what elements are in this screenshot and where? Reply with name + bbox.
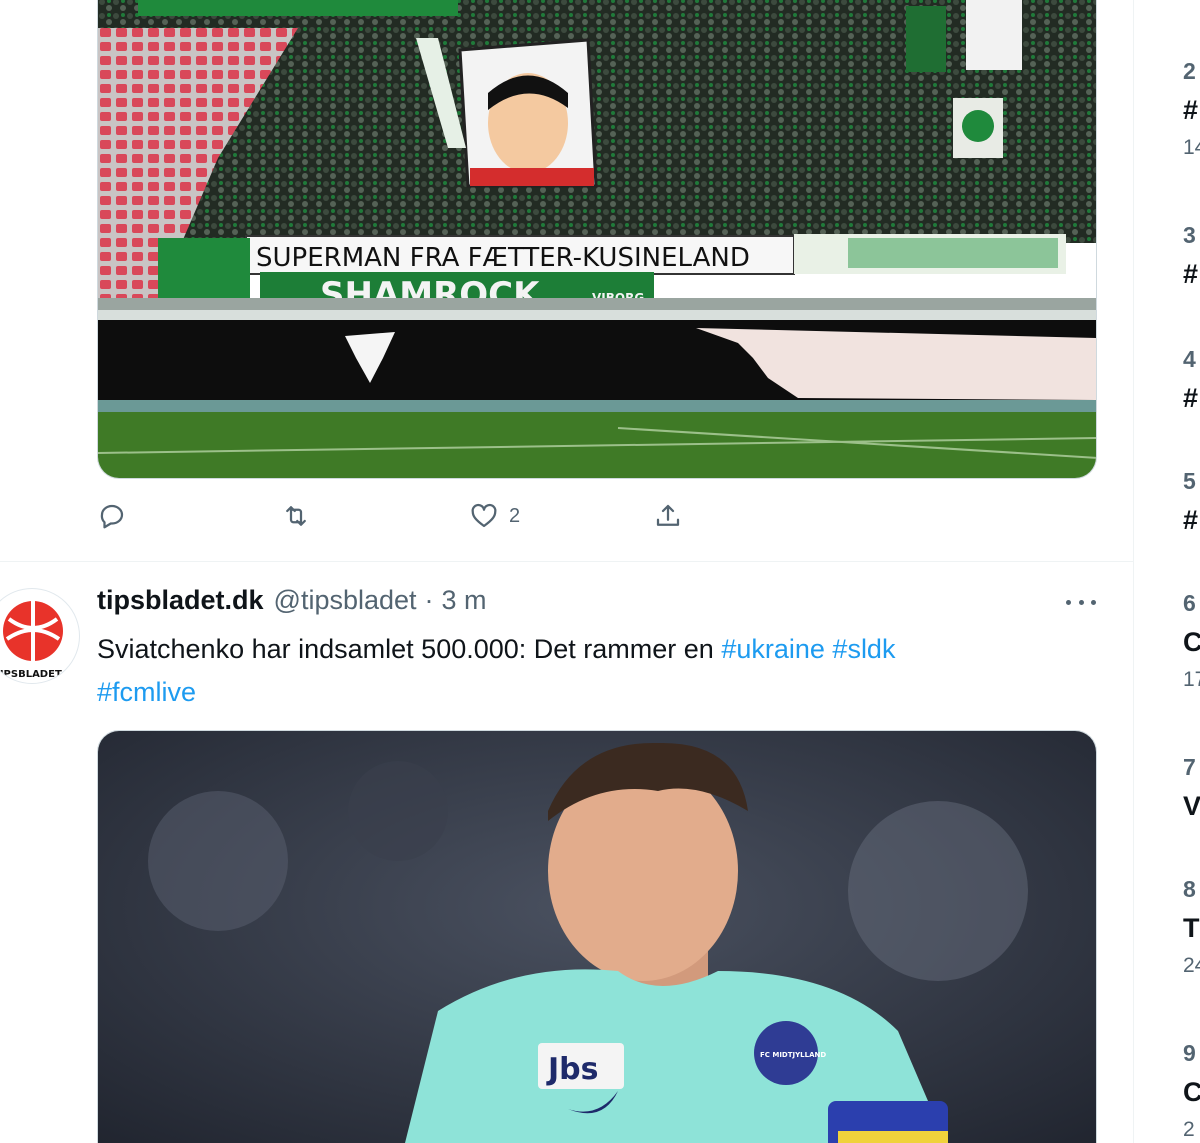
trends-sidebar: 2 # 14 3 # 4 # 5 # 6 C 17 7 V 8 T 24 9 C… <box>1135 0 1200 1143</box>
trend-title: C <box>1183 1077 1200 1107</box>
trend-title: V <box>1183 791 1200 821</box>
more-options-icon[interactable] <box>1066 590 1096 614</box>
jersey-sponsor: Jbs <box>546 1052 599 1087</box>
trend-item[interactable]: 9 C 2 <box>1183 1040 1200 1142</box>
trend-rank: 9 <box>1183 1040 1196 1066</box>
timeline: SUPERMAN FRA FÆTTER-KUSINELAND SHAMROCK … <box>0 0 1134 1143</box>
avatar[interactable]: TIPSBLADET <box>0 588 80 684</box>
trend-rank: 8 <box>1183 876 1196 902</box>
trend-title: # <box>1183 259 1199 289</box>
separator: · <box>424 585 434 615</box>
heart-icon <box>471 503 497 528</box>
tweet-text-body: Sviatchenko har indsamlet 500.000: Det r… <box>97 634 722 664</box>
retweet-button[interactable] <box>281 498 311 534</box>
hashtag-sldk[interactable]: #sldk <box>832 634 895 664</box>
trend-item[interactable]: 4 # <box>1183 346 1200 424</box>
trend-title: T <box>1183 913 1200 943</box>
timestamp[interactable]: 3 m <box>442 585 487 616</box>
trend-count: 2 <box>1183 1118 1195 1141</box>
trend-count: 17 <box>1183 668 1200 691</box>
like-count: 2 <box>509 504 521 527</box>
tweet-text: Sviatchenko har indsamlet 500.000: Det r… <box>97 628 1087 714</box>
banner-text: SUPERMAN FRA FÆTTER-KUSINELAND <box>256 243 750 273</box>
trend-title: # <box>1183 505 1199 535</box>
display-name[interactable]: tipsbladet.dk <box>97 585 264 616</box>
trend-item[interactable]: 7 V <box>1183 754 1200 832</box>
tweet-divider <box>0 561 1133 562</box>
share-icon <box>656 504 680 526</box>
trend-count: 14 <box>1183 136 1200 159</box>
trend-item[interactable]: 2 # 14 <box>1183 58 1200 160</box>
trend-rank: 3 <box>1183 222 1196 248</box>
trend-count: 24 <box>1183 954 1200 977</box>
trend-title: C <box>1183 627 1200 657</box>
trend-title: # <box>1183 95 1199 125</box>
avatar-text: TIPSBLADET <box>0 669 62 680</box>
trend-title: # <box>1183 383 1199 413</box>
badge-text: FC MIDTJYLLAND <box>760 1051 826 1059</box>
trend-item[interactable]: 3 # <box>1183 222 1200 300</box>
tweet-media-stadium[interactable]: SUPERMAN FRA FÆTTER-KUSINELAND SHAMROCK … <box>97 0 1097 479</box>
reply-button[interactable] <box>97 498 127 534</box>
tweet-header: tipsbladet.dk @tipsbladet · 3 m <box>97 585 487 619</box>
reply-icon <box>100 504 124 529</box>
trend-rank: 5 <box>1183 468 1196 494</box>
trend-rank: 6 <box>1183 590 1196 616</box>
like-button[interactable]: 2 <box>469 498 520 534</box>
trend-rank: 7 <box>1183 754 1196 780</box>
share-button[interactable] <box>653 498 683 534</box>
trend-item[interactable]: 8 T 24 <box>1183 876 1200 978</box>
trend-rank: 4 <box>1183 346 1196 372</box>
user-handle[interactable]: @tipsbladet <box>274 585 417 616</box>
hashtag-ukraine[interactable]: #ukraine <box>721 634 825 664</box>
retweet-icon <box>286 506 306 526</box>
hashtag-fcmlive[interactable]: #fcmlive <box>97 677 196 707</box>
trend-item[interactable]: 5 # <box>1183 468 1200 546</box>
tweet-media-player-photo[interactable]: Jbs FC MIDTJYLLAND <box>97 730 1097 1143</box>
tweet-actions: 2 <box>97 498 717 534</box>
trend-rank: 2 <box>1183 58 1196 84</box>
trend-item[interactable]: 6 C 17 <box>1183 590 1200 692</box>
